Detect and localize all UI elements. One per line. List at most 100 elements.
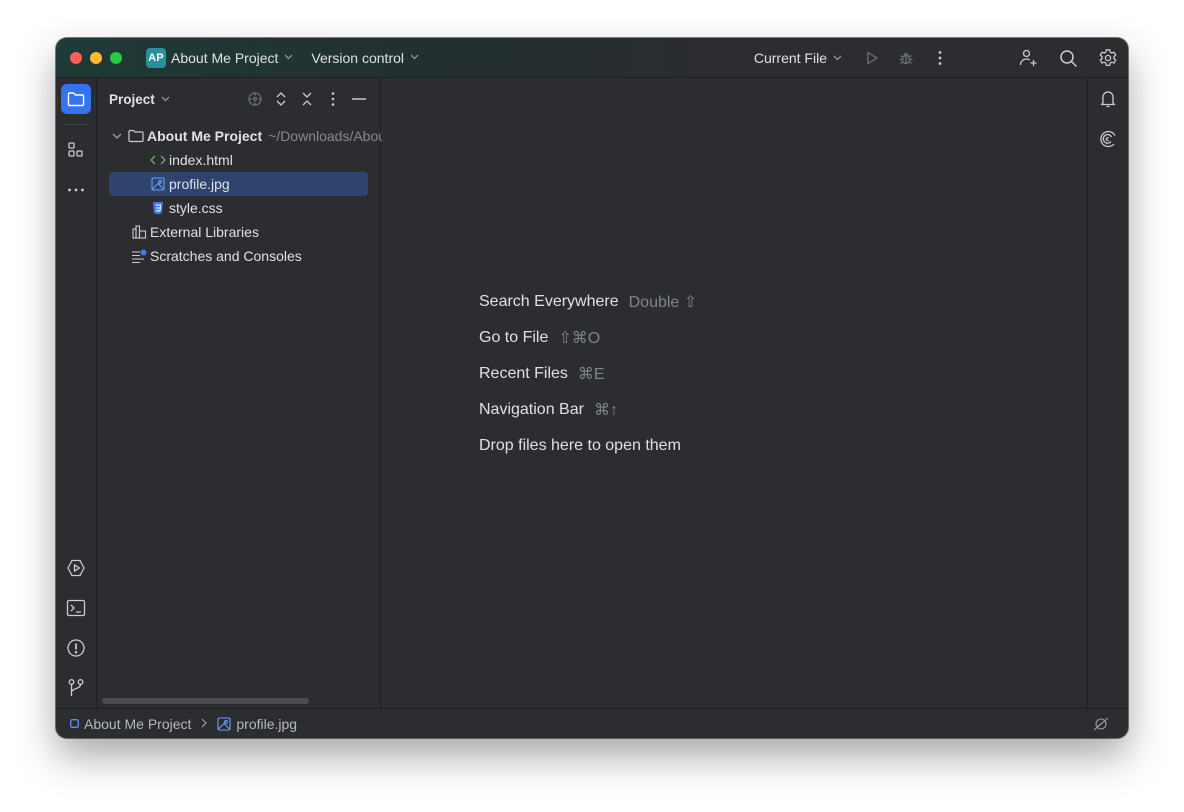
- editor-hints: Search Everywhere Double ⇧ Go to File ⇧⌘…: [479, 284, 697, 464]
- terminal-icon: [66, 599, 86, 617]
- debug-button[interactable]: [894, 46, 918, 70]
- hint-label: Recent Files: [479, 365, 568, 382]
- more-vertical-icon: [938, 51, 942, 65]
- expand-all-button[interactable]: [270, 87, 292, 111]
- search-everywhere-button[interactable]: [1056, 46, 1080, 70]
- project-tool-button[interactable]: [61, 84, 91, 114]
- collapse-all-icon: [302, 92, 312, 106]
- image-file-icon: [217, 716, 231, 731]
- html-file-icon: [150, 152, 166, 168]
- tree-item-project-root[interactable]: About Me Project ~/Downloads/Abou: [98, 124, 386, 148]
- hint-label: Navigation Bar: [479, 401, 584, 418]
- module-icon: [70, 719, 79, 728]
- git-branch-icon: [68, 679, 84, 696]
- play-icon: [867, 51, 878, 65]
- tree-item-label: About Me Project: [147, 128, 263, 144]
- ide-window: AP About Me Project Version control Curr…: [56, 38, 1128, 738]
- tree-item-profile-jpg[interactable]: profile.jpg: [109, 172, 368, 196]
- hint-go-to-file[interactable]: Go to File ⇧⌘O: [479, 320, 697, 356]
- scratches-icon: [131, 248, 147, 264]
- terminal-tool-button[interactable]: [61, 593, 91, 623]
- run-config-label: Current File: [753, 50, 827, 66]
- tree-item-style-css[interactable]: style.css: [98, 196, 380, 220]
- settings-button[interactable]: [1096, 46, 1120, 70]
- minimize-window-button[interactable]: [90, 51, 102, 64]
- run-configuration-selector[interactable]: Current File: [754, 50, 842, 66]
- options-button[interactable]: [322, 87, 344, 111]
- expand-all-icon: [276, 92, 286, 106]
- hint-shortcut: ⌘E: [577, 366, 605, 383]
- hint-shortcut: ⌘↑: [593, 402, 618, 419]
- add-user-icon: [1019, 49, 1037, 66]
- hint-label: Go to File: [479, 329, 549, 346]
- locate-file-button[interactable]: [244, 87, 266, 111]
- more-tools-button[interactable]: [61, 175, 91, 205]
- status-bar: About Me Project profile.jpg: [56, 708, 1128, 738]
- run-icon: [67, 559, 85, 577]
- options-icon: [331, 92, 335, 106]
- window-controls: [70, 51, 122, 64]
- hint-shortcut: ⇧⌘O: [558, 330, 601, 347]
- project-tree: About Me Project ~/Downloads/Abou index.…: [98, 124, 386, 268]
- close-window-button[interactable]: [70, 51, 82, 64]
- breadcrumb-project[interactable]: About Me Project: [70, 716, 191, 732]
- git-tool-button[interactable]: [61, 673, 91, 703]
- maximize-window-button[interactable]: [110, 51, 122, 64]
- title-bar: AP About Me Project Version control Curr…: [56, 38, 1128, 78]
- breadcrumb-file[interactable]: profile.jpg: [217, 716, 297, 732]
- folder-icon: [128, 128, 144, 144]
- problems-tool-button[interactable]: [61, 633, 91, 663]
- tree-item-label: External Libraries: [150, 224, 259, 240]
- hint-navigation-bar[interactable]: Navigation Bar ⌘↑: [479, 392, 697, 428]
- ai-assistant-button[interactable]: [1094, 125, 1122, 153]
- editor-area: Search Everywhere Double ⇧ Go to File ⇧⌘…: [382, 79, 1087, 708]
- css-file-icon: [150, 200, 166, 216]
- project-selector[interactable]: AP About Me Project: [146, 47, 293, 68]
- vcs-label: Version control: [311, 49, 404, 66]
- tree-item-label: index.html: [169, 152, 233, 168]
- chevron-down-icon: [161, 94, 170, 105]
- run-button[interactable]: [860, 46, 884, 70]
- run-tool-button[interactable]: [61, 553, 91, 583]
- panel-title: Project: [109, 91, 155, 107]
- code-with-me-button[interactable]: [1016, 46, 1040, 70]
- gear-icon: [1099, 49, 1117, 67]
- image-file-icon: [150, 176, 166, 192]
- tree-item-label: Scratches and Consoles: [150, 248, 302, 264]
- tree-item-index-html[interactable]: index.html: [98, 148, 380, 172]
- project-view-selector[interactable]: Project: [109, 92, 170, 107]
- version-control-selector[interactable]: Version control: [311, 50, 419, 66]
- tree-item-label: style.css: [169, 200, 223, 216]
- chevron-down-icon: [833, 53, 842, 64]
- breadcrumb-label: About Me Project: [84, 715, 192, 732]
- hint-label: Search Everywhere: [479, 293, 619, 310]
- more-actions-button[interactable]: [928, 46, 952, 70]
- hint-label: Drop files here to open them: [479, 437, 681, 454]
- hint-drop-files: Drop files here to open them: [479, 428, 697, 464]
- project-name: About Me Project: [171, 49, 279, 66]
- panel-actions: [244, 87, 370, 111]
- hide-panel-button[interactable]: [348, 87, 370, 111]
- chevron-right-icon: [201, 717, 208, 731]
- hint-shortcut: Double ⇧: [628, 294, 698, 311]
- horizontal-scrollbar[interactable]: [102, 698, 309, 704]
- folder-icon: [67, 92, 85, 107]
- tree-item-scratches[interactable]: Scratches and Consoles: [98, 244, 380, 268]
- tree-item-label: profile.jpg: [169, 176, 230, 192]
- hide-icon: [352, 98, 366, 100]
- chevron-down-icon[interactable]: [112, 128, 122, 144]
- power-save-icon: [1093, 717, 1109, 731]
- project-panel: Project About Me Project ~/Downloads/Abo…: [98, 79, 386, 708]
- notifications-button[interactable]: [1094, 85, 1122, 113]
- tree-item-path: ~/Downloads/Abou: [268, 128, 387, 144]
- structure-tool-button[interactable]: [61, 135, 91, 165]
- ai-assistant-icon: [1100, 130, 1116, 148]
- hint-search-everywhere[interactable]: Search Everywhere Double ⇧: [479, 284, 697, 320]
- library-icon: [131, 224, 147, 240]
- tree-item-external-libraries[interactable]: External Libraries: [98, 220, 380, 244]
- power-save-toggle[interactable]: [1092, 715, 1110, 733]
- collapse-all-button[interactable]: [296, 87, 318, 111]
- breadcrumb-label: profile.jpg: [236, 715, 298, 732]
- hint-recent-files[interactable]: Recent Files ⌘E: [479, 356, 697, 392]
- structure-icon: [68, 142, 83, 157]
